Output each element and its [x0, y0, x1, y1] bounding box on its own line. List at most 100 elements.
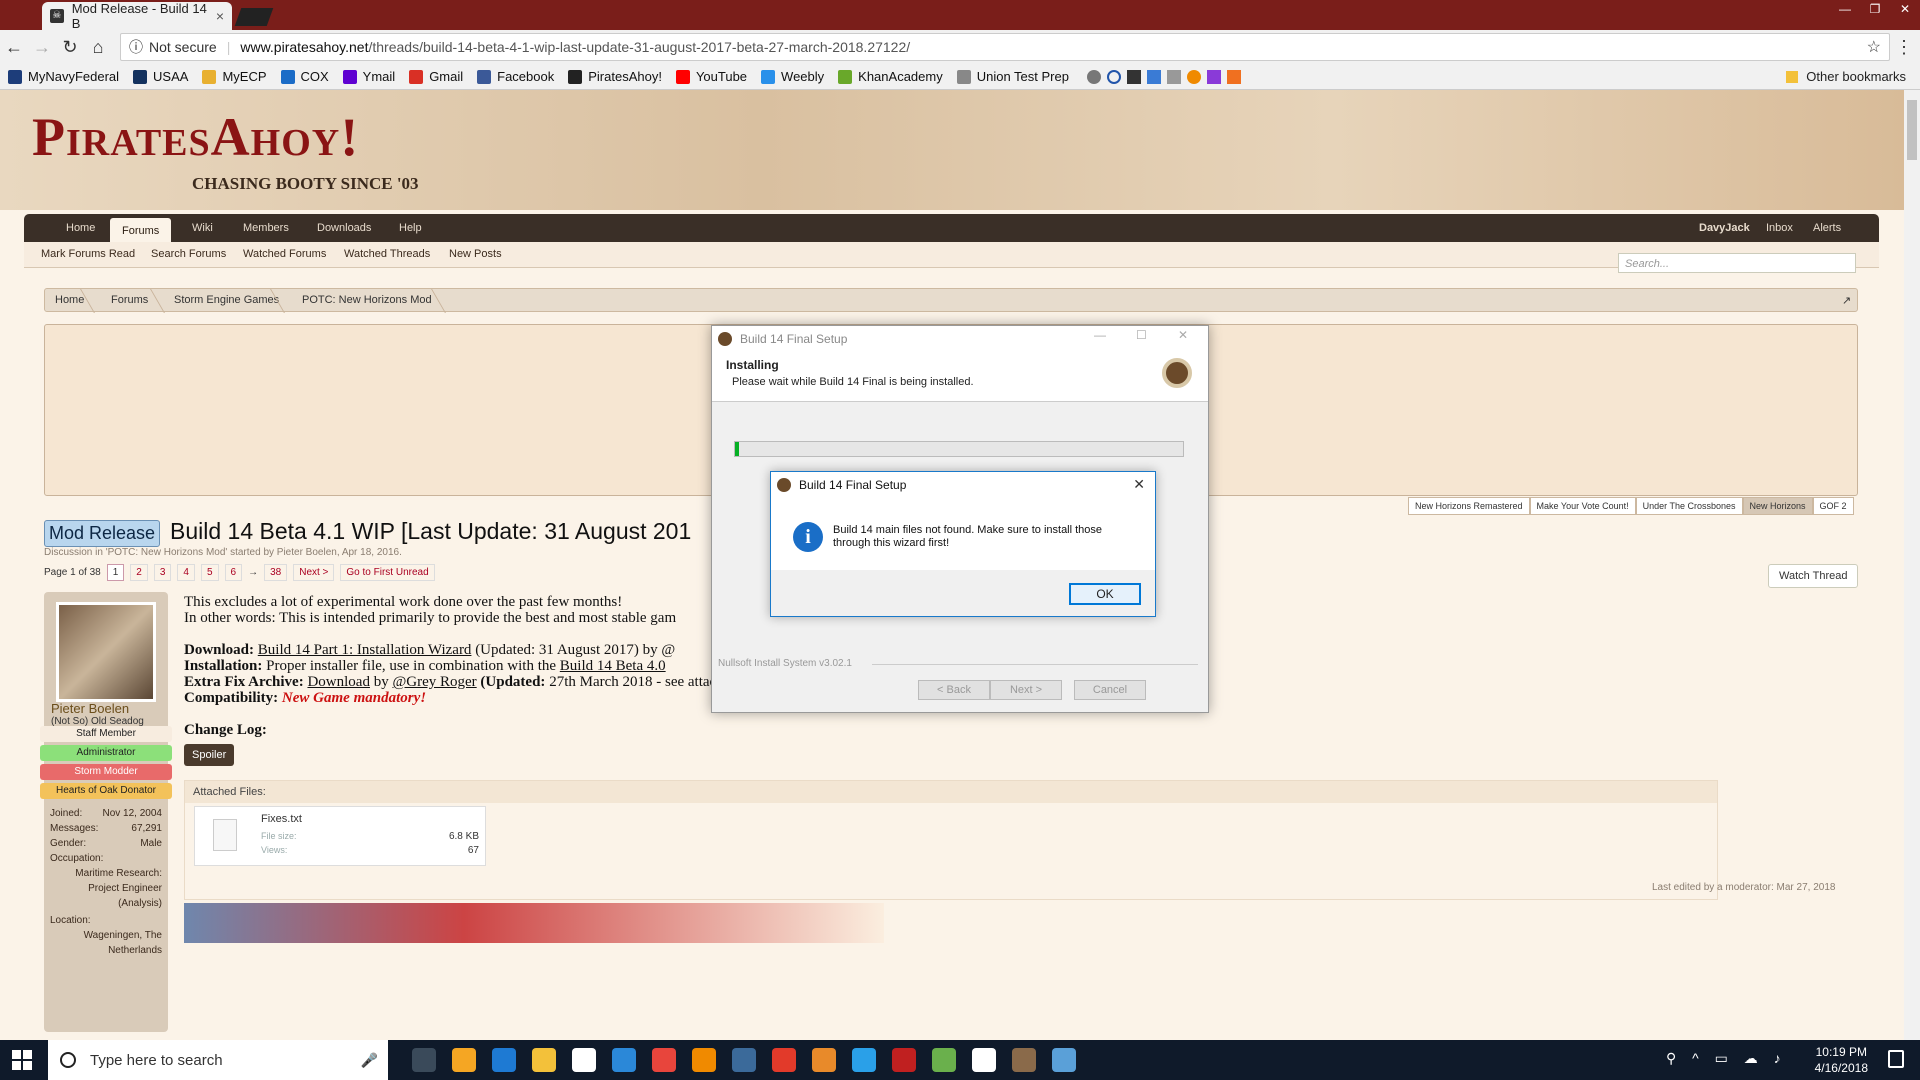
bookmark-item[interactable]: YouTube — [675, 69, 747, 84]
breadcrumb-home[interactable]: Home — [55, 294, 84, 306]
site-logo[interactable]: PiratesAhoy! — [32, 106, 359, 168]
bluestacks-icon[interactable] — [932, 1048, 956, 1072]
paint-icon[interactable] — [1052, 1048, 1076, 1072]
visual-studio-icon[interactable] — [612, 1048, 636, 1072]
advert-tab[interactable]: GOF 2 — [1812, 497, 1854, 515]
nav-help[interactable]: Help — [399, 214, 422, 242]
bookmark-item[interactable]: MyECP — [202, 69, 267, 84]
page-link[interactable]: 2 — [130, 564, 148, 581]
jump-icon[interactable]: ↗ — [1842, 294, 1851, 307]
nav-forums[interactable]: Forums — [110, 218, 172, 244]
bookmark-icon[interactable] — [1186, 69, 1201, 84]
scrollbar-thumb[interactable] — [1907, 100, 1917, 160]
bookmark-item[interactable]: Union Test Prep — [956, 69, 1069, 84]
reload-icon[interactable]: ↻ — [56, 37, 84, 58]
minimize-icon[interactable]: — — [1830, 0, 1860, 20]
foxit-icon[interactable] — [772, 1048, 796, 1072]
system-tray[interactable]: ⚲ ^ ▭ ☁ ♪ — [1666, 1050, 1787, 1067]
cortana-icon[interactable] — [60, 1052, 76, 1068]
spoiler-button[interactable]: Spoiler — [184, 744, 235, 766]
subnav-watched-threads[interactable]: Watched Threads — [344, 248, 430, 260]
thread-prefix-badge[interactable]: Mod Release — [44, 520, 161, 547]
page-link[interactable]: 38 — [264, 564, 288, 581]
nav-downloads[interactable]: Downloads — [317, 214, 371, 242]
bookmark-icon[interactable] — [1206, 69, 1221, 84]
new-tab-button[interactable] — [234, 8, 274, 26]
subnav-new-posts[interactable]: New Posts — [449, 248, 502, 260]
bonzi-icon[interactable] — [812, 1048, 836, 1072]
page-link[interactable]: 1 — [106, 564, 125, 581]
close-icon[interactable]: ✕ — [1133, 476, 1145, 493]
notifications-icon[interactable] — [1888, 1050, 1904, 1068]
subnav-watched-forums[interactable]: Watched Forums — [243, 248, 326, 260]
page-link[interactable]: 3 — [153, 564, 172, 581]
windows-start-icon[interactable] — [12, 1050, 32, 1070]
address-bar[interactable]: ⓘ Not secure | www.piratesahoy.net/threa… — [120, 33, 1890, 61]
info-icon[interactable]: ⓘ — [129, 37, 143, 57]
nav-members[interactable]: Members — [243, 214, 289, 242]
page-scrollbar[interactable] — [1904, 90, 1920, 1040]
bookmark-icon[interactable] — [1106, 69, 1121, 84]
next-page[interactable]: Next > — [293, 564, 335, 581]
bookmark-star-icon[interactable]: ☆ — [1867, 37, 1881, 57]
download-link[interactable]: Build 14 Part 1: Installation Wizard — [258, 642, 472, 658]
minimize-icon[interactable]: — — [1094, 328, 1106, 342]
refresh-app-icon[interactable] — [852, 1048, 876, 1072]
microphone-icon[interactable]: 🎤 — [361, 1052, 378, 1069]
advert-tab[interactable]: Under The Crossbones — [1635, 497, 1743, 515]
steam-icon[interactable] — [732, 1048, 756, 1072]
browser-tab[interactable]: ☠ Mod Release - Build 14 B × — [42, 1, 232, 31]
watch-thread-button[interactable]: Watch Thread — [1768, 564, 1859, 588]
close-icon[interactable]: ✕ — [1178, 328, 1188, 342]
close-window-icon[interactable]: ✕ — [1890, 0, 1920, 20]
vlc-icon[interactable] — [692, 1048, 716, 1072]
task-view-icon[interactable] — [412, 1048, 436, 1072]
search-input[interactable]: Search... — [1618, 253, 1856, 273]
bookmark-item[interactable]: Facebook — [477, 69, 554, 84]
bookmark-item[interactable]: MyNavyFederal — [8, 69, 119, 84]
user-mention[interactable]: @Grey Roger — [392, 674, 476, 690]
page-jump[interactable]: → — [248, 567, 258, 578]
bookmark-item[interactable]: Weebly — [761, 69, 824, 84]
bookmark-icon[interactable] — [1086, 69, 1101, 84]
bookmark-item[interactable]: Gmail — [409, 69, 463, 84]
app-red-icon[interactable] — [892, 1048, 916, 1072]
next-button[interactable]: Next > — [990, 680, 1062, 700]
bookmark-item[interactable]: KhanAcademy — [838, 69, 943, 84]
clock[interactable]: 10:19 PM 4/16/2018 — [1815, 1044, 1868, 1076]
close-tab-icon[interactable]: × — [216, 8, 224, 24]
chrome-icon[interactable] — [652, 1048, 676, 1072]
advert-tab[interactable]: Make Your Vote Count! — [1529, 497, 1636, 515]
ok-button[interactable]: OK — [1069, 583, 1141, 605]
notepad-icon[interactable] — [972, 1048, 996, 1072]
edge-icon[interactable] — [492, 1048, 516, 1072]
build-14-beta-link[interactable]: Build 14 Beta 4.0 — [560, 658, 666, 674]
nav-inbox[interactable]: Inbox — [1766, 214, 1793, 242]
nav-username[interactable]: DavyJack — [1699, 214, 1750, 242]
file-explorer-icon[interactable] — [532, 1048, 556, 1072]
bookmark-icon[interactable] — [1146, 69, 1161, 84]
page-link[interactable]: 4 — [177, 564, 195, 581]
avatar[interactable] — [56, 602, 156, 702]
store-icon[interactable] — [452, 1048, 476, 1072]
page-link[interactable]: 5 — [200, 564, 219, 581]
breadcrumb-forums[interactable]: Forums — [111, 294, 148, 306]
bookmark-item[interactable]: Ymail — [342, 69, 395, 84]
bookmark-item[interactable]: USAA — [133, 69, 188, 84]
cancel-button[interactable]: Cancel — [1074, 680, 1146, 700]
bookmark-icon[interactable] — [1166, 69, 1181, 84]
username[interactable]: Pieter Boelen — [51, 701, 129, 716]
bookmark-icon[interactable] — [1126, 69, 1141, 84]
maximize-icon[interactable]: ☐ — [1136, 328, 1147, 342]
bookmark-icon[interactable] — [1226, 69, 1241, 84]
advert-tab[interactable]: New Horizons Remastered — [1408, 497, 1530, 515]
advert-tab[interactable]: New Horizons — [1742, 497, 1813, 515]
mail-icon[interactable] — [572, 1048, 596, 1072]
forward-icon[interactable]: → — [28, 37, 56, 58]
attachment-file[interactable]: Fixes.txt File size: 6.8 KB Views: 67 — [194, 806, 486, 866]
taskbar-search[interactable]: Type here to search 🎤 — [48, 1040, 388, 1080]
other-bookmarks[interactable]: Other bookmarks — [1786, 69, 1906, 84]
subnav-search-forums[interactable]: Search Forums — [151, 248, 226, 260]
nav-alerts[interactable]: Alerts — [1813, 214, 1841, 242]
bookmark-item[interactable]: PiratesAhoy! — [568, 69, 662, 84]
